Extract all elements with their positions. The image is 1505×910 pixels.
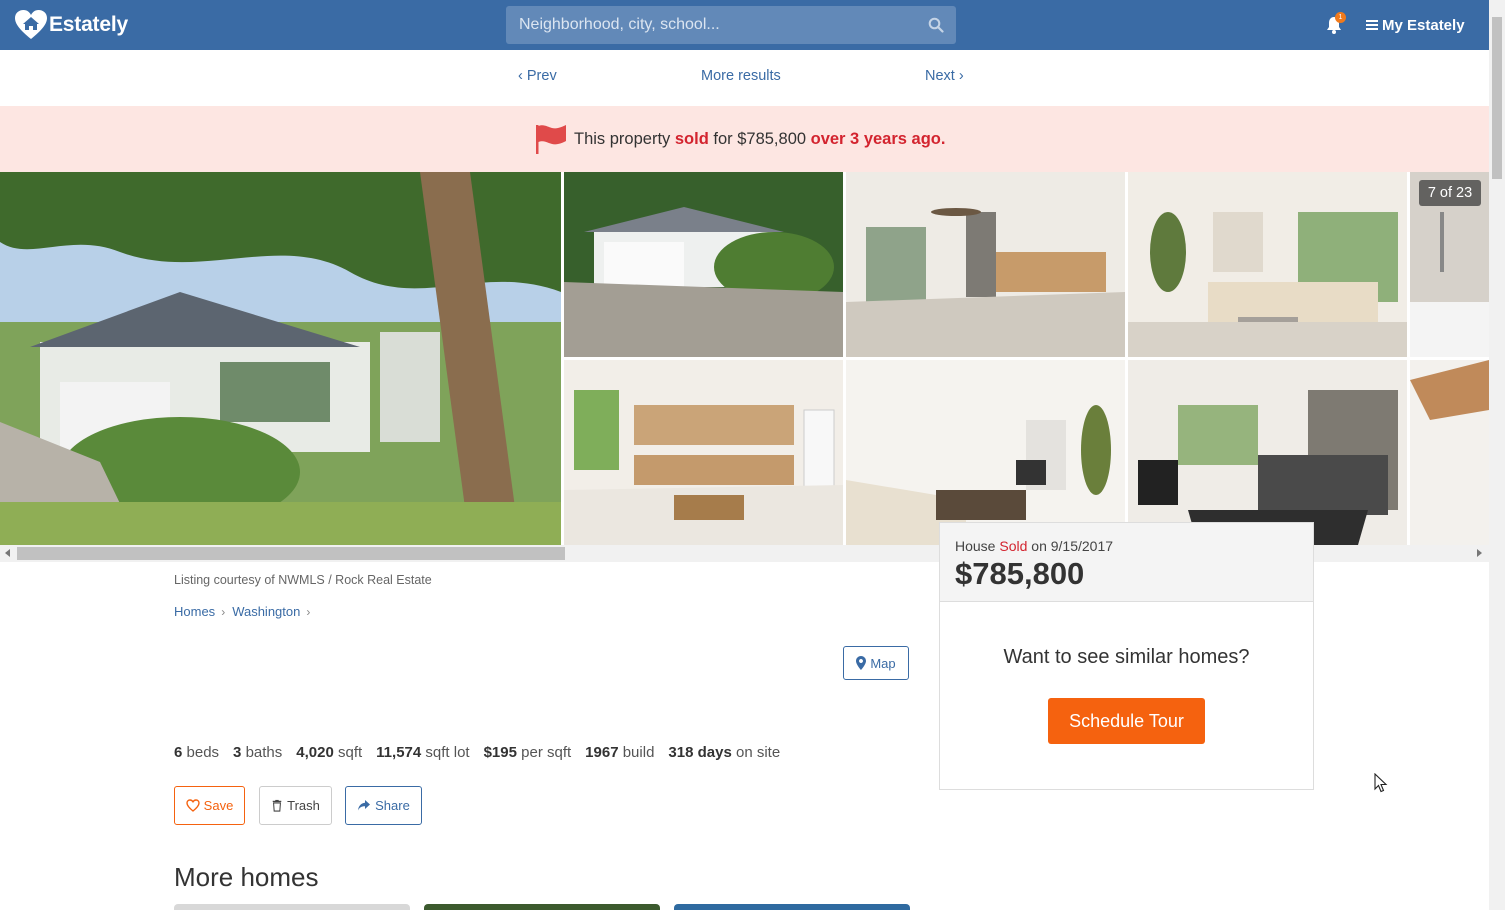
flag-icon (536, 125, 566, 154)
trash-label: Trash (287, 798, 320, 813)
sold-date: on 9/15/2017 (1031, 538, 1114, 554)
my-estately-menu-button[interactable]: My Estately (1366, 15, 1465, 35)
more-homes-heading: More homes (174, 862, 319, 892)
sold-summary-card: House Sold on 9/15/2017 $785,800 Want to… (939, 522, 1314, 790)
next-label: Next (925, 68, 955, 84)
fact-sqft: 4,020 sqft (296, 744, 363, 761)
schedule-tour-button[interactable]: Schedule Tour (1048, 698, 1205, 744)
sold-banner: This property sold for $785,800 over 3 y… (0, 106, 1489, 172)
heart-icon (185, 799, 200, 812)
menu-label: My Estately (1382, 16, 1465, 34)
estately-logo[interactable]: Estately (14, 9, 128, 41)
banner-text-pre: This property (574, 129, 675, 148)
photo-gallery (0, 172, 1489, 545)
sold-status-line: House Sold on 9/15/2017 (955, 538, 1313, 554)
map-label: Map (870, 655, 896, 671)
fact-beds: 6 beds (174, 744, 220, 761)
chevron-right-icon: › (306, 604, 311, 619)
search-input[interactable] (506, 6, 956, 44)
trash-icon (272, 799, 282, 812)
sold-status: Sold (999, 538, 1028, 554)
fact-build-year: 1967 build (585, 744, 655, 761)
heart-house-icon (15, 10, 47, 39)
photo-bedroom[interactable] (1128, 360, 1407, 545)
save-button[interactable]: Save (174, 786, 245, 825)
banner-text-mid: for $785,800 (708, 129, 811, 148)
map-pin-icon (856, 656, 867, 670)
more-results-link[interactable]: More results (701, 68, 781, 84)
search-box[interactable] (506, 6, 956, 44)
photo-living-room[interactable] (1128, 172, 1407, 357)
photo-counter: 7 of 23 (1419, 180, 1481, 206)
top-navbar: Estately 1 My Estately (0, 0, 1489, 50)
fact-days-on-site: 318 days on site (668, 744, 781, 761)
breadcrumb: Homes › Washington › (174, 604, 317, 619)
logo-text: Estately (49, 13, 128, 36)
photo-garage[interactable] (564, 172, 843, 357)
fact-lot: 11,574 sqft lot (376, 744, 470, 761)
similar-homes-prompt: Want to see similar homes? (1003, 646, 1250, 668)
search-icon[interactable] (928, 17, 944, 33)
fact-price-per-sqft: $195 per sqft (483, 744, 572, 761)
property-facts: 6 beds 3 baths 4,020 sqft 11,574 sqft lo… (174, 744, 794, 761)
home-card[interactable] (674, 904, 910, 910)
gallery-scroll-thumb[interactable] (17, 547, 565, 560)
trash-button[interactable]: Trash (259, 786, 332, 825)
mouse-cursor-icon (1374, 773, 1388, 793)
page-scrollbar[interactable] (1489, 0, 1505, 910)
breadcrumb-homes[interactable]: Homes (174, 604, 215, 619)
home-card[interactable] (424, 904, 660, 910)
breadcrumb-washington[interactable]: Washington (232, 604, 300, 619)
photo-closet[interactable] (1410, 360, 1489, 545)
scroll-left-arrow[interactable] (5, 549, 10, 557)
next-link[interactable]: Next › (925, 68, 964, 84)
banner-sold: sold (674, 129, 709, 148)
chevron-left-icon: ‹ (518, 68, 523, 84)
save-label: Save (203, 798, 234, 813)
share-icon (358, 800, 371, 811)
prev-label: Prev (526, 68, 557, 84)
photo-living-kitchen[interactable] (846, 172, 1125, 357)
share-button[interactable]: Share (345, 786, 422, 825)
prev-link[interactable]: ‹ Prev (518, 68, 557, 84)
chevron-right-icon: › (221, 604, 226, 619)
banner-ago: over 3 years ago. (810, 129, 946, 148)
home-card[interactable] (174, 904, 410, 910)
property-type: House (955, 538, 996, 554)
photo-family-room[interactable] (846, 360, 1125, 545)
notification-badge: 1 (1335, 12, 1346, 23)
chevron-right-icon: › (958, 68, 964, 84)
sold-price: $785,800 (955, 556, 1085, 591)
page-scroll-thumb[interactable] (1492, 17, 1502, 179)
listing-courtesy: Listing courtesy of NWMLS / Rock Real Es… (174, 573, 432, 587)
scroll-right-arrow[interactable] (1477, 549, 1482, 557)
fact-baths: 3 baths (233, 744, 283, 761)
share-label: Share (375, 798, 410, 813)
photo-exterior-main[interactable] (0, 172, 561, 545)
map-button[interactable]: Map (843, 646, 909, 680)
hamburger-icon (1366, 20, 1378, 30)
photo-kitchen[interactable] (564, 360, 843, 545)
